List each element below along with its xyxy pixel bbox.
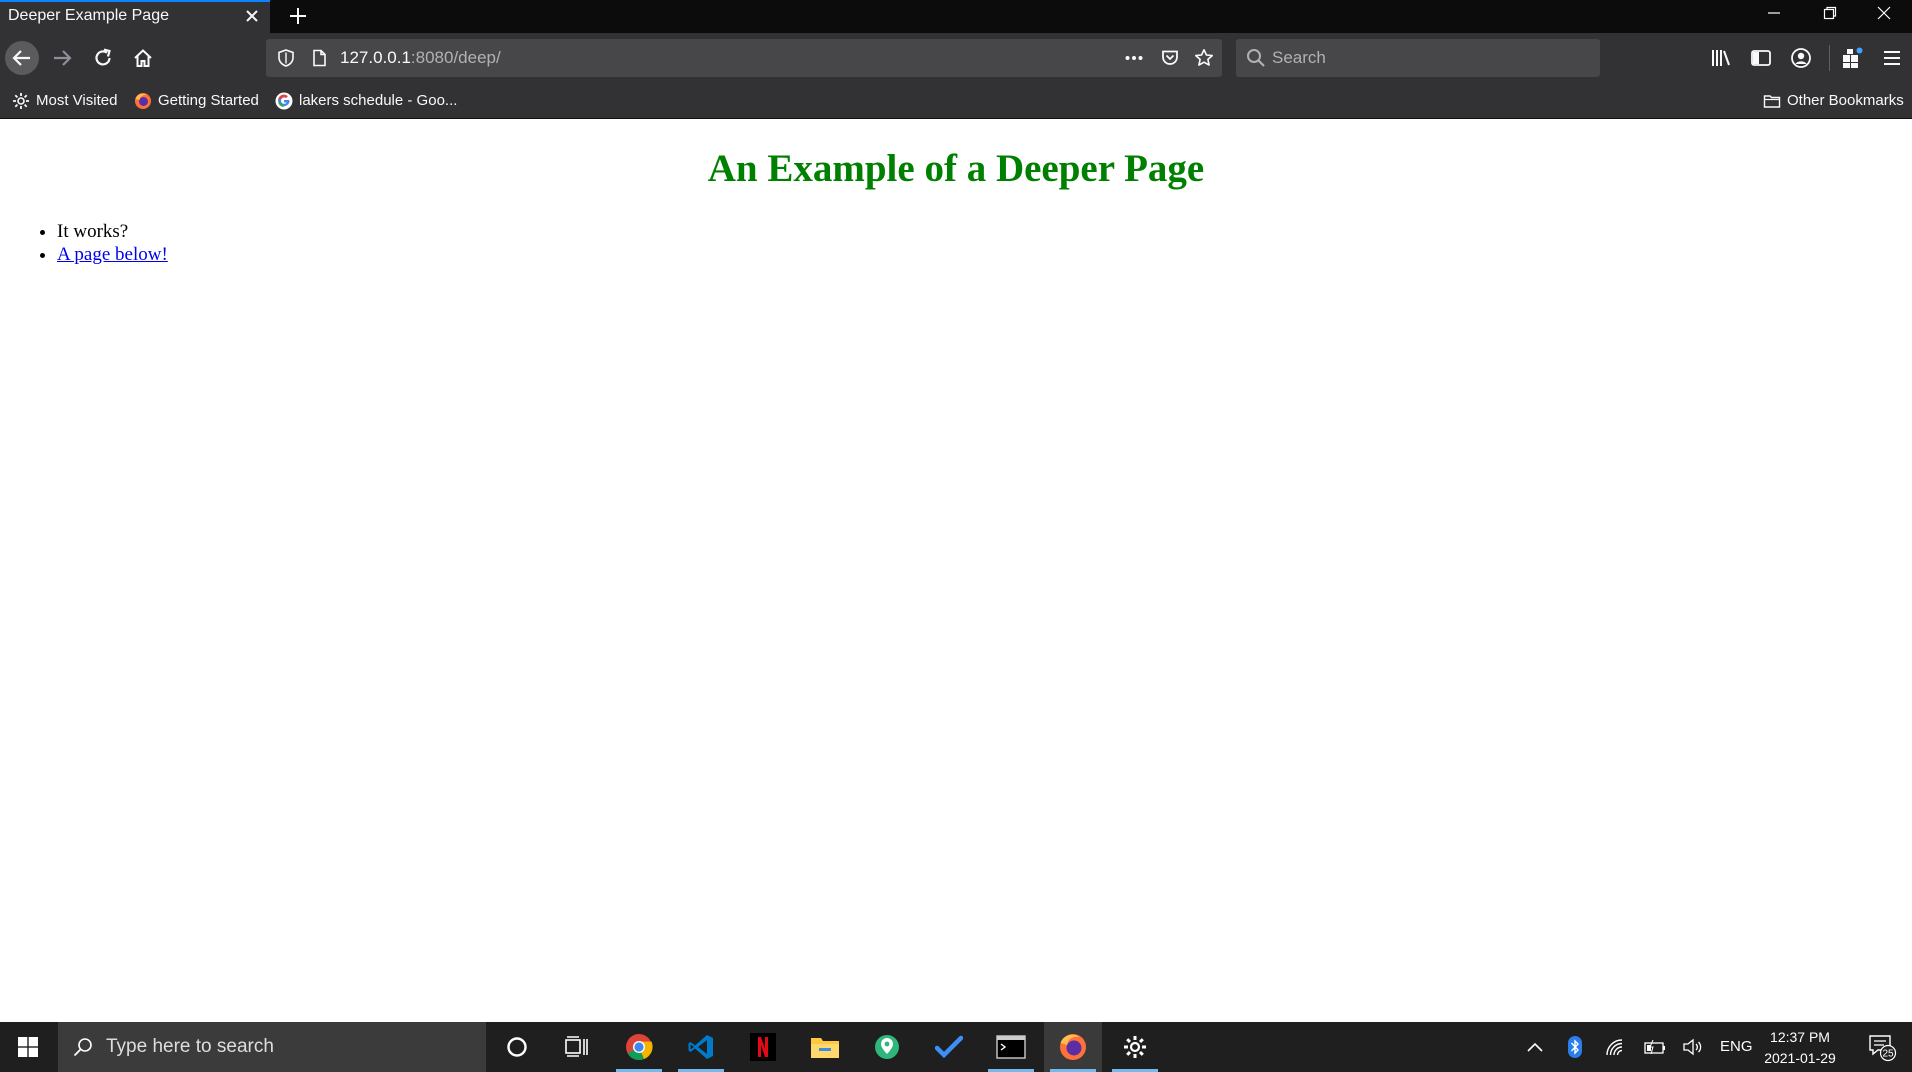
- netflix-icon[interactable]: [734, 1022, 792, 1072]
- other-bookmarks[interactable]: Other Bookmarks: [1763, 83, 1909, 119]
- bookmark-most-visited[interactable]: Most Visited: [12, 83, 128, 119]
- taskbar-search-box[interactable]: [58, 1022, 486, 1072]
- bookmarks-toolbar: Most Visited Getting Started lakers sche…: [0, 83, 1912, 119]
- page-list: It works? A page below!: [57, 220, 168, 266]
- google-icon: [275, 92, 293, 110]
- show-hidden-icons-chevron-icon[interactable]: [1522, 1022, 1548, 1072]
- url-text[interactable]: 127.0.0.1:8080/deep/: [340, 39, 501, 77]
- clock-time: 12:37 PM: [1770, 1029, 1830, 1045]
- folder-icon: [1763, 95, 1781, 108]
- search-input[interactable]: [1272, 39, 1592, 77]
- new-tab-icon[interactable]: [284, 2, 312, 30]
- task-view-icon[interactable]: [548, 1022, 606, 1072]
- page-actions-more-icon[interactable]: [1124, 48, 1144, 68]
- page-content: An Example of a Deeper Page It works? A …: [0, 120, 1912, 1022]
- start-button[interactable]: [0, 1022, 56, 1072]
- cortana-icon[interactable]: [488, 1022, 546, 1072]
- forward-arrow-icon[interactable]: [45, 41, 79, 75]
- battery-icon[interactable]: [1642, 1022, 1668, 1072]
- minimize-icon[interactable]: [1746, 0, 1802, 26]
- terminal-icon[interactable]: [982, 1022, 1040, 1072]
- tab-deeper-example-page[interactable]: Deeper Example Page: [0, 0, 270, 33]
- bookmark-getting-started[interactable]: Getting Started: [134, 83, 264, 119]
- file-explorer-icon[interactable]: [796, 1022, 854, 1072]
- restore-icon[interactable]: [1802, 0, 1858, 26]
- url-path: :8080/deep/: [410, 48, 501, 67]
- input-language[interactable]: ENG: [1720, 1038, 1753, 1055]
- page-info-icon[interactable]: [309, 48, 329, 68]
- tracking-protection-shield-icon[interactable]: [276, 48, 296, 68]
- url-bar[interactable]: 127.0.0.1:8080/deep/: [266, 39, 1222, 77]
- magnifier-icon: [73, 1038, 92, 1057]
- taskbar-search-input[interactable]: [106, 1022, 466, 1072]
- windows-taskbar: ENG 12:37 PM 2021-01-29 25: [0, 1022, 1912, 1072]
- bookmark-label: Getting Started: [158, 92, 259, 109]
- settings-icon[interactable]: [1106, 1022, 1164, 1072]
- todo-icon[interactable]: [920, 1022, 978, 1072]
- chrome-icon[interactable]: [610, 1022, 668, 1072]
- hamburger-menu-icon[interactable]: [1880, 46, 1904, 70]
- list-item-text: It works?: [57, 221, 129, 242]
- clock-date: 2021-01-29: [1764, 1050, 1836, 1066]
- toolbar-divider: [1829, 45, 1830, 71]
- back-arrow-icon[interactable]: [5, 41, 39, 75]
- list-item: A page below!: [57, 243, 168, 266]
- page-heading: An Example of a Deeper Page: [707, 147, 1205, 190]
- navigation-toolbar: 127.0.0.1:8080/deep/: [0, 33, 1912, 83]
- sidebar-icon[interactable]: [1749, 46, 1773, 70]
- wifi-icon[interactable]: [1602, 1022, 1628, 1072]
- bookmark-label: lakers schedule - Goo...: [299, 92, 458, 109]
- firefox-taskbar-icon[interactable]: [1044, 1022, 1102, 1072]
- vscode-icon[interactable]: [672, 1022, 730, 1072]
- other-bookmarks-label: Other Bookmarks: [1787, 92, 1904, 109]
- volume-icon[interactable]: [1680, 1022, 1706, 1072]
- bluetooth-icon[interactable]: [1562, 1022, 1588, 1072]
- url-host: 127.0.0.1: [340, 48, 411, 67]
- pocket-icon[interactable]: [1160, 48, 1180, 68]
- maps-icon[interactable]: [858, 1022, 916, 1072]
- firefox-icon: [135, 93, 151, 109]
- bookmark-star-icon[interactable]: [1194, 48, 1214, 68]
- reload-icon[interactable]: [86, 41, 120, 75]
- tab-title: Deeper Example Page: [8, 7, 169, 24]
- extensions-icon[interactable]: [1840, 46, 1864, 70]
- bookmark-lakers-schedule[interactable]: lakers schedule - Goo...: [275, 83, 465, 119]
- search-bar[interactable]: [1236, 39, 1600, 77]
- windows-logo-icon: [18, 1037, 38, 1057]
- taskbar-clock[interactable]: 12:37 PM 2021-01-29: [1756, 1027, 1844, 1069]
- home-icon[interactable]: [126, 41, 160, 75]
- account-icon[interactable]: [1789, 46, 1813, 70]
- gear-icon: [13, 93, 29, 109]
- bookmark-label: Most Visited: [36, 92, 118, 109]
- action-center-icon[interactable]: 25: [1864, 1022, 1900, 1072]
- list-item: It works?: [57, 220, 168, 243]
- notification-count: 25: [1882, 1049, 1894, 1060]
- close-tab-icon[interactable]: [242, 6, 262, 26]
- library-icon[interactable]: [1710, 46, 1734, 70]
- search-icon: [1246, 48, 1266, 68]
- page-below-link[interactable]: A page below!: [57, 244, 168, 265]
- tab-strip: Deeper Example Page: [0, 0, 1912, 33]
- close-window-icon[interactable]: [1856, 0, 1912, 26]
